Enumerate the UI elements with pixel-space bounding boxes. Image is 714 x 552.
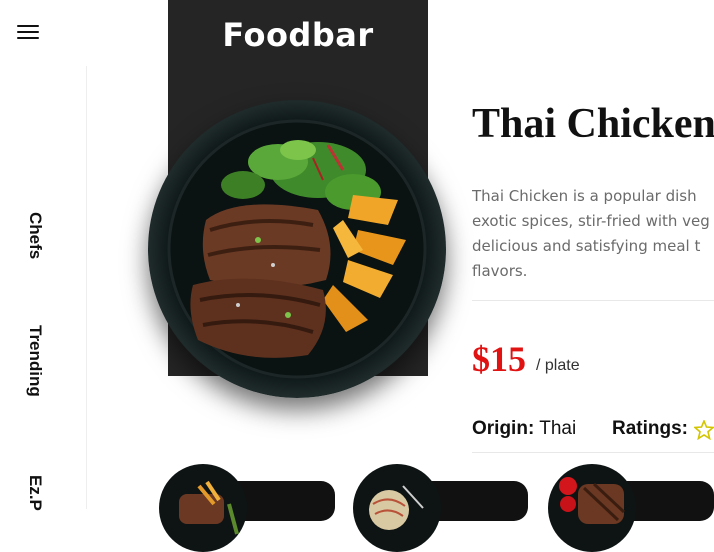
star-icon [694, 420, 714, 440]
noodles-thumb[interactable] [353, 464, 441, 552]
sidebar-divider [86, 66, 87, 509]
ratings-label: Ratings: [612, 418, 688, 439]
price-value: $15 [472, 339, 526, 379]
description-line: delicious and satisfying meal t [472, 237, 701, 255]
dish-title: Thai Chicken [472, 101, 714, 147]
divider [472, 452, 714, 453]
origin-info: Origin: Thai [472, 418, 576, 440]
menu-button[interactable] [17, 25, 39, 41]
steak-fries-thumb[interactable] [159, 464, 247, 552]
dish-description: Thai Chicken is a popular dish exotic sp… [472, 184, 714, 294]
description-line: Thai Chicken is a popular dish [472, 187, 697, 205]
ratings-info: Ratings: [612, 418, 688, 440]
description-line: exotic spices, stir-fried with veg [472, 212, 710, 230]
dish-image [148, 100, 446, 398]
price-unit: / plate [536, 357, 580, 374]
origin-value: Thai [539, 418, 577, 439]
sidebar-item-ezp[interactable]: Ez.P [25, 475, 45, 511]
hamburger-icon [17, 25, 39, 27]
origin-label: Origin: [472, 418, 535, 439]
brand-logo[interactable]: Foodbar [168, 16, 428, 54]
sidebar-item-trending[interactable]: Trending [25, 325, 45, 397]
sidebar-item-chefs[interactable]: Chefs [25, 212, 45, 259]
steak-tomato-thumb[interactable] [548, 464, 636, 552]
description-line: flavors. [472, 262, 528, 280]
divider [472, 300, 714, 301]
